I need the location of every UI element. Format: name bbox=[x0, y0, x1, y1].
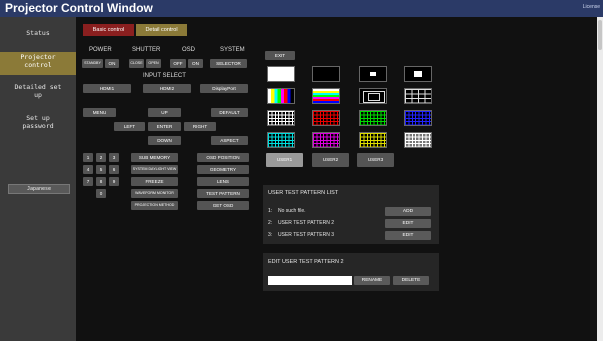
keypad-3-button[interactable]: 3 bbox=[109, 153, 119, 162]
main-panel: Basic control Detail control POWER SHUTT… bbox=[76, 17, 597, 341]
add-button[interactable]: ADD bbox=[385, 207, 431, 216]
osd-off-button[interactable]: OFF bbox=[170, 59, 186, 68]
title-bar: Projector Control Window License bbox=[0, 0, 603, 17]
keypad-5-button[interactable]: 5 bbox=[96, 165, 106, 174]
shutter-open-button[interactable]: OPEN bbox=[146, 59, 161, 68]
user3-button[interactable]: USER3 bbox=[357, 153, 394, 167]
license-link[interactable]: License bbox=[583, 4, 600, 10]
displayport-button[interactable]: DisplayPort bbox=[200, 84, 248, 93]
edit-user-test-pattern-panel: EDIT USER TEST PATTERN 2 RENAME DELETE bbox=[263, 253, 439, 291]
sidebar: Status Projector control Detailed set up… bbox=[0, 17, 76, 341]
hdmi2-button[interactable]: HDMI2 bbox=[143, 84, 191, 93]
magenta-grid-swatch[interactable] bbox=[312, 132, 340, 148]
projection-method-button[interactable]: PROJECTION METHOD bbox=[131, 201, 178, 210]
black-pattern-swatch[interactable] bbox=[312, 66, 340, 82]
user-list-row-3-name: USER TEST PATTERN 3 bbox=[278, 232, 335, 238]
cyan-grid-swatch[interactable] bbox=[267, 132, 295, 148]
rename-button[interactable]: RENAME bbox=[354, 276, 390, 285]
blue-grid-swatch[interactable] bbox=[404, 110, 432, 126]
hdmi1-button[interactable]: HDMI1 bbox=[83, 84, 131, 93]
white-grid-swatch[interactable] bbox=[267, 110, 295, 126]
tab-basic-control[interactable]: Basic control bbox=[83, 24, 134, 36]
aspect-button[interactable]: ASPECT bbox=[211, 136, 248, 145]
user2-button[interactable]: USER2 bbox=[312, 153, 349, 167]
lens-button[interactable]: LENS bbox=[197, 177, 249, 186]
projector-web-control: Projector Control Window License Status … bbox=[0, 0, 603, 341]
japanese-language-button[interactable]: Japanese bbox=[8, 184, 70, 194]
enter-button[interactable]: ENTER bbox=[148, 122, 181, 131]
system-label: SYSTEM bbox=[220, 47, 245, 53]
user-test-pattern-list-panel: USER TEST PATTERN LIST 1: No such file. … bbox=[263, 185, 439, 244]
edit-pattern-3-button[interactable]: EDIT bbox=[385, 231, 431, 240]
power-on-button[interactable]: ON bbox=[105, 59, 119, 68]
sub-memory-button[interactable]: SUB MEMORY bbox=[131, 153, 178, 162]
user-list-row-1-index: 1: bbox=[268, 208, 273, 214]
keypad-2-button[interactable]: 2 bbox=[96, 153, 106, 162]
down-button[interactable]: DOWN bbox=[148, 136, 181, 145]
geometry-button[interactable]: GEOMETRY bbox=[197, 165, 249, 174]
edit-pattern-2-button[interactable]: EDIT bbox=[385, 219, 431, 228]
sidebar-item-projector-control[interactable]: Projector control bbox=[0, 52, 76, 75]
osd-label: OSD bbox=[182, 47, 196, 53]
keypad-0-button[interactable]: 0 bbox=[96, 189, 106, 198]
white-box-large-swatch[interactable] bbox=[404, 66, 432, 82]
osd-position-button[interactable]: OSD POSITION bbox=[197, 153, 249, 162]
selector-button[interactable]: SELECTOR bbox=[210, 59, 247, 68]
shutter-close-button[interactable]: CLOSE bbox=[129, 59, 144, 68]
standby-button[interactable]: STANDBY bbox=[82, 59, 103, 68]
sidebar-item-status[interactable]: Status bbox=[0, 29, 76, 38]
sidebar-item-setup-password[interactable]: Set up password bbox=[0, 114, 76, 130]
white-box-small-swatch[interactable] bbox=[359, 66, 387, 82]
user-list-row-3-index: 3: bbox=[268, 232, 273, 238]
user-list-row-2-name: USER TEST PATTERN 2 bbox=[278, 220, 335, 226]
cross-grid-swatch[interactable] bbox=[404, 88, 432, 104]
input-select-label: INPUT SELECT bbox=[143, 73, 186, 79]
white-pattern-swatch[interactable] bbox=[267, 66, 295, 82]
keypad-8-button[interactable]: 8 bbox=[96, 177, 106, 186]
keypad-7-button[interactable]: 7 bbox=[83, 177, 93, 186]
user1-button[interactable]: USER1 bbox=[266, 153, 303, 167]
edit-panel-title: EDIT USER TEST PATTERN 2 bbox=[268, 259, 344, 265]
up-button[interactable]: UP bbox=[148, 108, 181, 117]
keypad-6-button[interactable]: 6 bbox=[109, 165, 119, 174]
menu-button[interactable]: MENU bbox=[83, 108, 116, 117]
left-button[interactable]: LEFT bbox=[114, 122, 145, 131]
right-button[interactable]: RIGHT bbox=[184, 122, 216, 131]
page-title: Projector Control Window bbox=[5, 1, 153, 15]
waveform-monitor-button[interactable]: WAVEFORM MONITOR bbox=[131, 189, 178, 198]
user-list-row-2-index: 2: bbox=[268, 220, 273, 226]
shutter-label: SHUTTER bbox=[132, 47, 161, 53]
sidebar-item-detailed-setup-label: Detailed set up bbox=[14, 83, 62, 99]
test-pattern-button[interactable]: TEST PATTERN bbox=[197, 189, 249, 198]
power-label: POWER bbox=[89, 47, 112, 53]
white-grid-on-gray-swatch[interactable] bbox=[404, 132, 432, 148]
freeze-button[interactable]: FREEZE bbox=[131, 177, 178, 186]
sidebar-item-setup-password-label: Set up password bbox=[22, 114, 54, 130]
keypad-1-button[interactable]: 1 bbox=[83, 153, 93, 162]
system-daylight-view-button[interactable]: SYSTEM DAYLIGHT VIEW bbox=[131, 165, 178, 174]
keypad-4-button[interactable]: 4 bbox=[83, 165, 93, 174]
scrollbar-thumb[interactable] bbox=[598, 20, 602, 50]
osd-on-button[interactable]: ON bbox=[188, 59, 203, 68]
green-grid-swatch[interactable] bbox=[359, 110, 387, 126]
vertical-scrollbar[interactable] bbox=[597, 17, 603, 341]
sidebar-item-projector-control-label: Projector control bbox=[20, 53, 56, 69]
sidebar-item-detailed-setup[interactable]: Detailed set up bbox=[0, 83, 76, 99]
focus-frame-swatch[interactable] bbox=[359, 88, 387, 104]
color-bars-vertical-swatch[interactable] bbox=[267, 88, 295, 104]
keypad-9-button[interactable]: 9 bbox=[109, 177, 119, 186]
tab-detail-control[interactable]: Detail control bbox=[136, 24, 187, 36]
color-bars-horizontal-swatch[interactable] bbox=[312, 88, 340, 104]
user-list-title: USER TEST PATTERN LIST bbox=[268, 190, 339, 196]
yellow-grid-swatch[interactable] bbox=[359, 132, 387, 148]
delete-button[interactable]: DELETE bbox=[393, 276, 429, 285]
exit-button[interactable]: EXIT bbox=[265, 51, 295, 60]
default-button[interactable]: DEFAULT bbox=[211, 108, 248, 117]
red-grid-swatch[interactable] bbox=[312, 110, 340, 126]
user-list-row-1-name: No such file. bbox=[278, 208, 306, 214]
get-osd-button[interactable]: GET OSD bbox=[197, 201, 249, 210]
pattern-name-input[interactable] bbox=[268, 276, 352, 285]
